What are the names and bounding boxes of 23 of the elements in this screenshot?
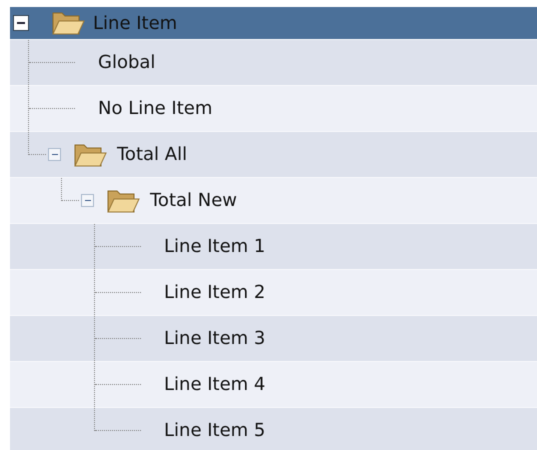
tree-row[interactable]: Line Item 1 bbox=[10, 224, 537, 270]
tree-item-label: Line Item 4 bbox=[164, 374, 266, 395]
tree-row[interactable]: Line Item bbox=[10, 7, 537, 40]
tree-row[interactable]: Global bbox=[10, 40, 537, 86]
tree-row[interactable]: No Line Item bbox=[10, 86, 537, 132]
tree-item-label: Total All bbox=[117, 144, 188, 165]
tree-row[interactable]: Line Item 5 bbox=[10, 408, 537, 450]
tree-item-label: Global bbox=[98, 52, 156, 73]
tree-item-label: No Line Item bbox=[98, 98, 212, 119]
tree-row[interactable]: Total New bbox=[10, 178, 537, 224]
collapse-toggle-icon[interactable] bbox=[81, 194, 94, 207]
tree-row[interactable]: Total All bbox=[10, 132, 537, 178]
tree-item-label: Line Item bbox=[93, 12, 178, 34]
tree-item-label: Line Item 5 bbox=[164, 420, 266, 441]
tree-item-label: Total New bbox=[150, 190, 238, 211]
tree-item-label: Line Item 1 bbox=[164, 236, 266, 257]
tree-item-label: Line Item 3 bbox=[164, 328, 266, 349]
tree-item-label: Line Item 2 bbox=[164, 282, 266, 303]
collapse-toggle-icon[interactable] bbox=[48, 148, 61, 161]
tree-row[interactable]: Line Item 4 bbox=[10, 362, 537, 408]
tree-row[interactable]: Line Item 3 bbox=[10, 316, 537, 362]
collapse-toggle-icon[interactable] bbox=[13, 15, 29, 31]
tree-row[interactable]: Line Item 2 bbox=[10, 270, 537, 316]
